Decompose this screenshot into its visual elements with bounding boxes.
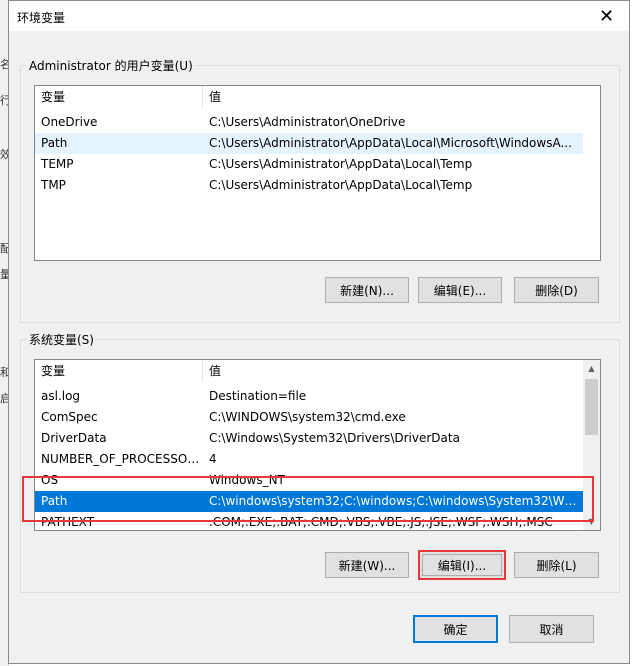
variable-value: 4 [209, 452, 217, 466]
variable-value: C:\Users\Administrator\OneDrive [209, 115, 406, 129]
dialog-title: 环境变量 [17, 11, 66, 25]
table-row[interactable]: ComSpec C:\WINDOWS\system32\cmd.exe [35, 407, 583, 428]
chevron-up-icon[interactable]: ▲ [583, 360, 600, 377]
table-row[interactable]: OneDrive C:\Users\Administrator\OneDrive [35, 112, 583, 133]
table-row[interactable]: asl.log Destination=file [35, 386, 583, 407]
table-row-selected[interactable]: Path C:\windows\system32;C:\windows;C:\w… [35, 491, 583, 512]
variable-name: TEMP [41, 157, 74, 171]
variable-value: Destination=file [209, 389, 307, 403]
background-text: 启 [0, 392, 8, 405]
background-text: 行 [0, 94, 8, 107]
column-header-variable[interactable]: 变量 [35, 360, 203, 382]
column-header-value[interactable]: 值 [203, 360, 579, 382]
background-text: 量 [0, 268, 8, 281]
variable-name: asl.log [41, 389, 81, 403]
table-row[interactable]: DriverData C:\Windows\System32\Drivers\D… [35, 428, 583, 449]
column-header-value[interactable]: 值 [203, 86, 579, 108]
system-delete-button[interactable]: 删除(L) [514, 552, 599, 578]
table-row[interactable]: OS Windows_NT [35, 470, 583, 491]
system-new-button[interactable]: 新建(W)... [325, 552, 409, 578]
variable-name: Path [41, 136, 68, 150]
variable-value: C:\Users\Administrator\AppData\Local\Tem… [209, 157, 473, 171]
variable-value: C:\Windows\System32\Drivers\DriverData [209, 431, 460, 445]
title-bar: 环境变量 ✕ [9, 1, 629, 31]
variable-name: NUMBER_OF_PROCESSORS [41, 452, 203, 466]
variable-value: .COM;.EXE;.BAT;.CMD;.VBS;.VBE;.JS;.JSE;.… [209, 515, 553, 529]
variable-value: C:\WINDOWS\system32\cmd.exe [209, 410, 406, 424]
system-edit-button-face[interactable]: 编辑(I)... [422, 554, 502, 576]
table-row[interactable]: Path C:\Users\Administrator\AppData\Loca… [35, 133, 583, 154]
table-row[interactable]: TEMP C:\Users\Administrator\AppData\Loca… [35, 154, 583, 175]
user-new-button[interactable]: 新建(N)... [325, 277, 409, 303]
variable-value: C:\Users\Administrator\AppData\Local\Mic… [209, 136, 572, 150]
variable-value: C:\windows\system32;C:\windows;C:\window… [209, 494, 581, 508]
variable-value: C:\Users\Administrator\AppData\Local\Tem… [209, 178, 473, 192]
system-variables-label: 系统变量(S) [29, 333, 94, 347]
background-text: 效 [0, 148, 8, 161]
list-header: 变量 值 [35, 360, 600, 382]
background-text: 名 [0, 58, 8, 71]
table-row[interactable]: TMP C:\Users\Administrator\AppData\Local… [35, 175, 583, 196]
variable-name: OneDrive [41, 115, 98, 129]
variable-value: Windows_NT [209, 473, 285, 487]
column-header-variable[interactable]: 变量 [35, 86, 203, 108]
variable-name: TMP [41, 178, 66, 192]
user-variables-list[interactable]: 变量 值 OneDrive C:\Users\Administrator\One… [34, 85, 601, 261]
variable-name: ComSpec [41, 410, 98, 424]
ok-button[interactable]: 确定 [413, 615, 498, 643]
table-row[interactable]: NUMBER_OF_PROCESSORS 4 [35, 449, 583, 470]
background-text: 配 [0, 242, 8, 255]
table-row[interactable]: PATHEXT .COM;.EXE;.BAT;.CMD;.VBS;.VBE;.J… [35, 512, 583, 530]
system-edit-button[interactable]: 编辑(I)... [418, 550, 506, 580]
variable-name: OS [41, 473, 59, 487]
system-variables-list[interactable]: 变量 值 asl.log Destination=file ComSpec C:… [34, 359, 601, 531]
cancel-button[interactable]: 取消 [509, 615, 594, 643]
close-icon[interactable]: ✕ [584, 1, 629, 31]
vertical-scrollbar[interactable]: ▲ ▼ [583, 360, 600, 530]
background-text: 和 [0, 366, 8, 379]
user-delete-button[interactable]: 删除(D) [514, 277, 599, 303]
variable-name: PATHEXT [41, 515, 95, 529]
chevron-down-icon[interactable]: ▼ [583, 513, 600, 530]
variable-name: DriverData [41, 431, 107, 445]
user-edit-button[interactable]: 编辑(E)... [418, 277, 502, 303]
list-header: 变量 值 [35, 86, 600, 108]
scrollbar-thumb[interactable] [585, 379, 598, 435]
environment-variables-dialog: 环境变量 ✕ Administrator 的用户变量(U) 变量 值 OneDr… [8, 0, 630, 664]
user-variables-label: Administrator 的用户变量(U) [29, 59, 193, 73]
variable-name: Path [41, 494, 68, 508]
